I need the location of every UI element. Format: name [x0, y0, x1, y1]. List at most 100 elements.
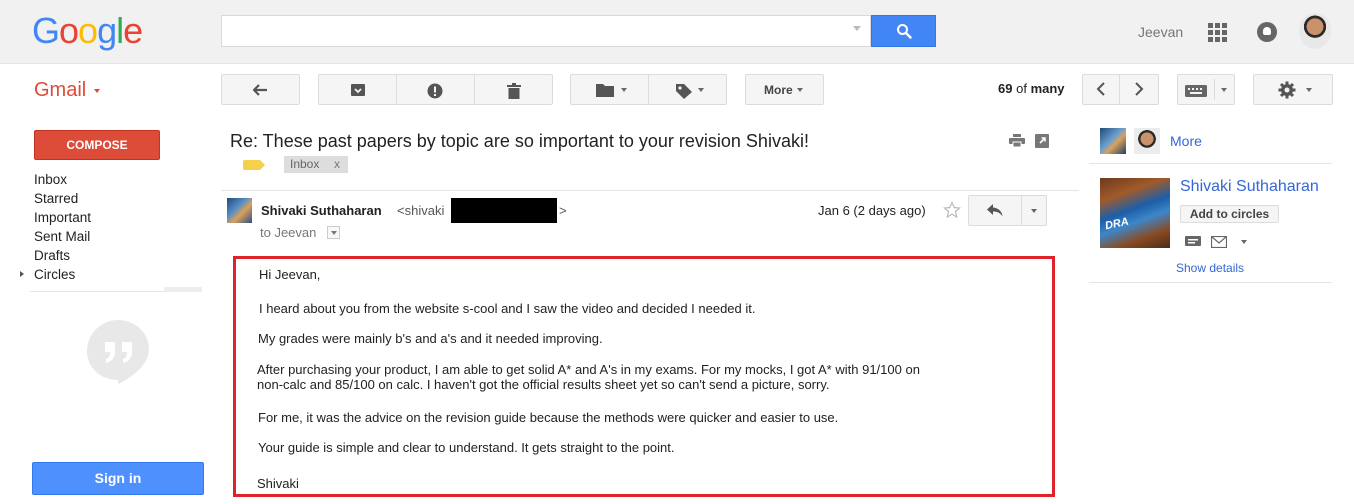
archive-icon — [351, 84, 365, 96]
keyboard-icon — [1185, 85, 1207, 97]
body-paragraph: Your guide is simple and clear to unders… — [258, 440, 675, 455]
more-dropdown-icon — [797, 88, 803, 92]
settings-dropdown-icon — [1306, 88, 1312, 92]
sender-avatar[interactable] — [227, 198, 252, 223]
google-logo[interactable]: Google — [32, 10, 143, 52]
count-of: of — [1016, 81, 1027, 96]
body-paragraph: My grades were mainly b's and a's and it… — [258, 331, 603, 346]
body-paragraph: I heard about you from the website s-coo… — [259, 301, 756, 316]
logo-letter: e — [123, 10, 143, 51]
contact-actions-dropdown-icon[interactable] — [1241, 240, 1247, 244]
more-label: More — [764, 83, 793, 97]
prev-icon — [1096, 82, 1105, 96]
next-icon — [1135, 82, 1144, 96]
inbox-label-text: Inbox — [290, 157, 320, 171]
sidebar-item-sent-mail[interactable]: Sent Mail — [34, 227, 91, 246]
notifications-bell-icon[interactable] — [1257, 22, 1277, 42]
gmail-menu-label[interactable]: Gmail — [34, 79, 86, 102]
more-reply-options-icon[interactable] — [1031, 209, 1037, 213]
contact-name[interactable]: Shivaki Suthaharan — [1180, 178, 1330, 196]
logo-letter: o — [78, 10, 98, 51]
folder-icon — [596, 84, 614, 97]
body-greeting: Hi Jeevan, — [259, 267, 321, 282]
apps-grid-icon[interactable] — [1208, 23, 1227, 42]
print-icon[interactable] — [1009, 134, 1025, 148]
conversation-count: 69 of many — [998, 81, 1065, 96]
search-icon — [897, 24, 912, 39]
reply-icon[interactable] — [987, 204, 1003, 217]
add-to-circles-button[interactable]: Add to circles — [1180, 205, 1279, 223]
body-paragraph: non-calc and 85/100 on calc. I haven't g… — [257, 377, 830, 392]
input-tools-separator — [1214, 79, 1215, 100]
label-icon — [676, 84, 692, 99]
participant-avatar[interactable] — [1134, 128, 1160, 154]
account-avatar[interactable] — [1299, 13, 1331, 49]
top-bar: Google Jeevan — [0, 0, 1354, 64]
sender-email: <shivaki — [397, 203, 445, 218]
participant-avatar[interactable] — [1100, 128, 1126, 154]
input-tools-button[interactable] — [1177, 74, 1235, 105]
contact-photo[interactable]: DRA — [1100, 178, 1170, 248]
star-icon[interactable] — [943, 201, 961, 219]
sidebar-item-inbox[interactable]: Inbox — [34, 170, 91, 189]
logo-letter: o — [59, 10, 79, 51]
back-to-inbox-button[interactable] — [221, 74, 300, 105]
archive-button[interactable] — [318, 74, 397, 105]
search-button[interactable] — [871, 15, 936, 47]
email-icon[interactable] — [1211, 236, 1227, 248]
delete-icon — [507, 83, 521, 99]
body-paragraph: After purchasing your product, I am able… — [257, 362, 920, 377]
sidebar-item-circles[interactable]: Circles — [34, 265, 91, 284]
input-tools-dropdown-icon — [1221, 88, 1227, 92]
report-spam-icon — [427, 83, 443, 99]
reply-button-group — [968, 195, 1047, 226]
older-button[interactable] — [1119, 74, 1159, 105]
contact-photo-caption: DRA — [1104, 215, 1130, 233]
people-divider — [1089, 282, 1332, 283]
back-icon — [253, 84, 267, 96]
delete-button[interactable] — [474, 74, 553, 105]
sidebar-resize-handle[interactable] — [164, 287, 202, 292]
search-options-dropdown-icon[interactable] — [853, 26, 861, 31]
search-input[interactable] — [221, 15, 871, 47]
newer-button[interactable] — [1082, 74, 1120, 105]
sidebar-nav: Inbox Starred Important Sent Mail Drafts… — [34, 170, 91, 284]
more-actions-button[interactable]: More — [745, 74, 824, 105]
logo-letter: G — [32, 10, 60, 51]
sidebar-item-important[interactable]: Important — [34, 208, 91, 227]
sidebar-item-drafts[interactable]: Drafts — [34, 246, 91, 265]
email-subject: Re: These past papers by topic are so im… — [230, 131, 809, 151]
user-name[interactable]: Jeevan — [1138, 24, 1183, 40]
sender-email-close: > — [559, 203, 567, 218]
remove-label-button[interactable]: x — [334, 156, 340, 173]
settings-icon — [1278, 81, 1296, 99]
move-to-button[interactable] — [570, 74, 649, 105]
settings-button[interactable] — [1253, 74, 1333, 105]
report-spam-button[interactable] — [396, 74, 475, 105]
inbox-label-chip: Inbox x — [284, 156, 348, 173]
show-details-dropdown-icon[interactable] — [327, 226, 340, 239]
hangouts-icon — [87, 320, 149, 384]
people-more-link[interactable]: More — [1170, 133, 1202, 149]
compose-button[interactable]: COMPOSE — [34, 130, 160, 160]
show-details-link[interactable]: Show details — [1176, 261, 1244, 275]
body-signature: Shivaki — [257, 476, 299, 491]
labels-dropdown-icon — [698, 88, 704, 92]
redaction-block — [451, 198, 557, 223]
circles-expand-icon[interactable] — [20, 271, 24, 277]
count-current: 69 — [998, 81, 1013, 96]
new-window-icon[interactable] — [1035, 134, 1049, 148]
body-paragraph: For me, it was the advice on the revisio… — [258, 410, 839, 425]
gmail-dropdown-icon[interactable] — [94, 89, 100, 93]
sign-in-button[interactable]: Sign in — [32, 462, 204, 495]
sender-name[interactable]: Shivaki Suthaharan — [261, 203, 382, 218]
count-total[interactable]: many — [1031, 81, 1065, 96]
recipient-line: to Jeevan — [260, 225, 317, 240]
people-divider — [1089, 163, 1332, 164]
labels-button[interactable] — [648, 74, 727, 105]
sidebar-item-starred[interactable]: Starred — [34, 189, 91, 208]
important-marker-icon[interactable] — [243, 160, 265, 170]
chat-icon[interactable] — [1185, 236, 1201, 248]
logo-letter: g — [97, 10, 117, 51]
thread-divider — [221, 190, 1079, 191]
